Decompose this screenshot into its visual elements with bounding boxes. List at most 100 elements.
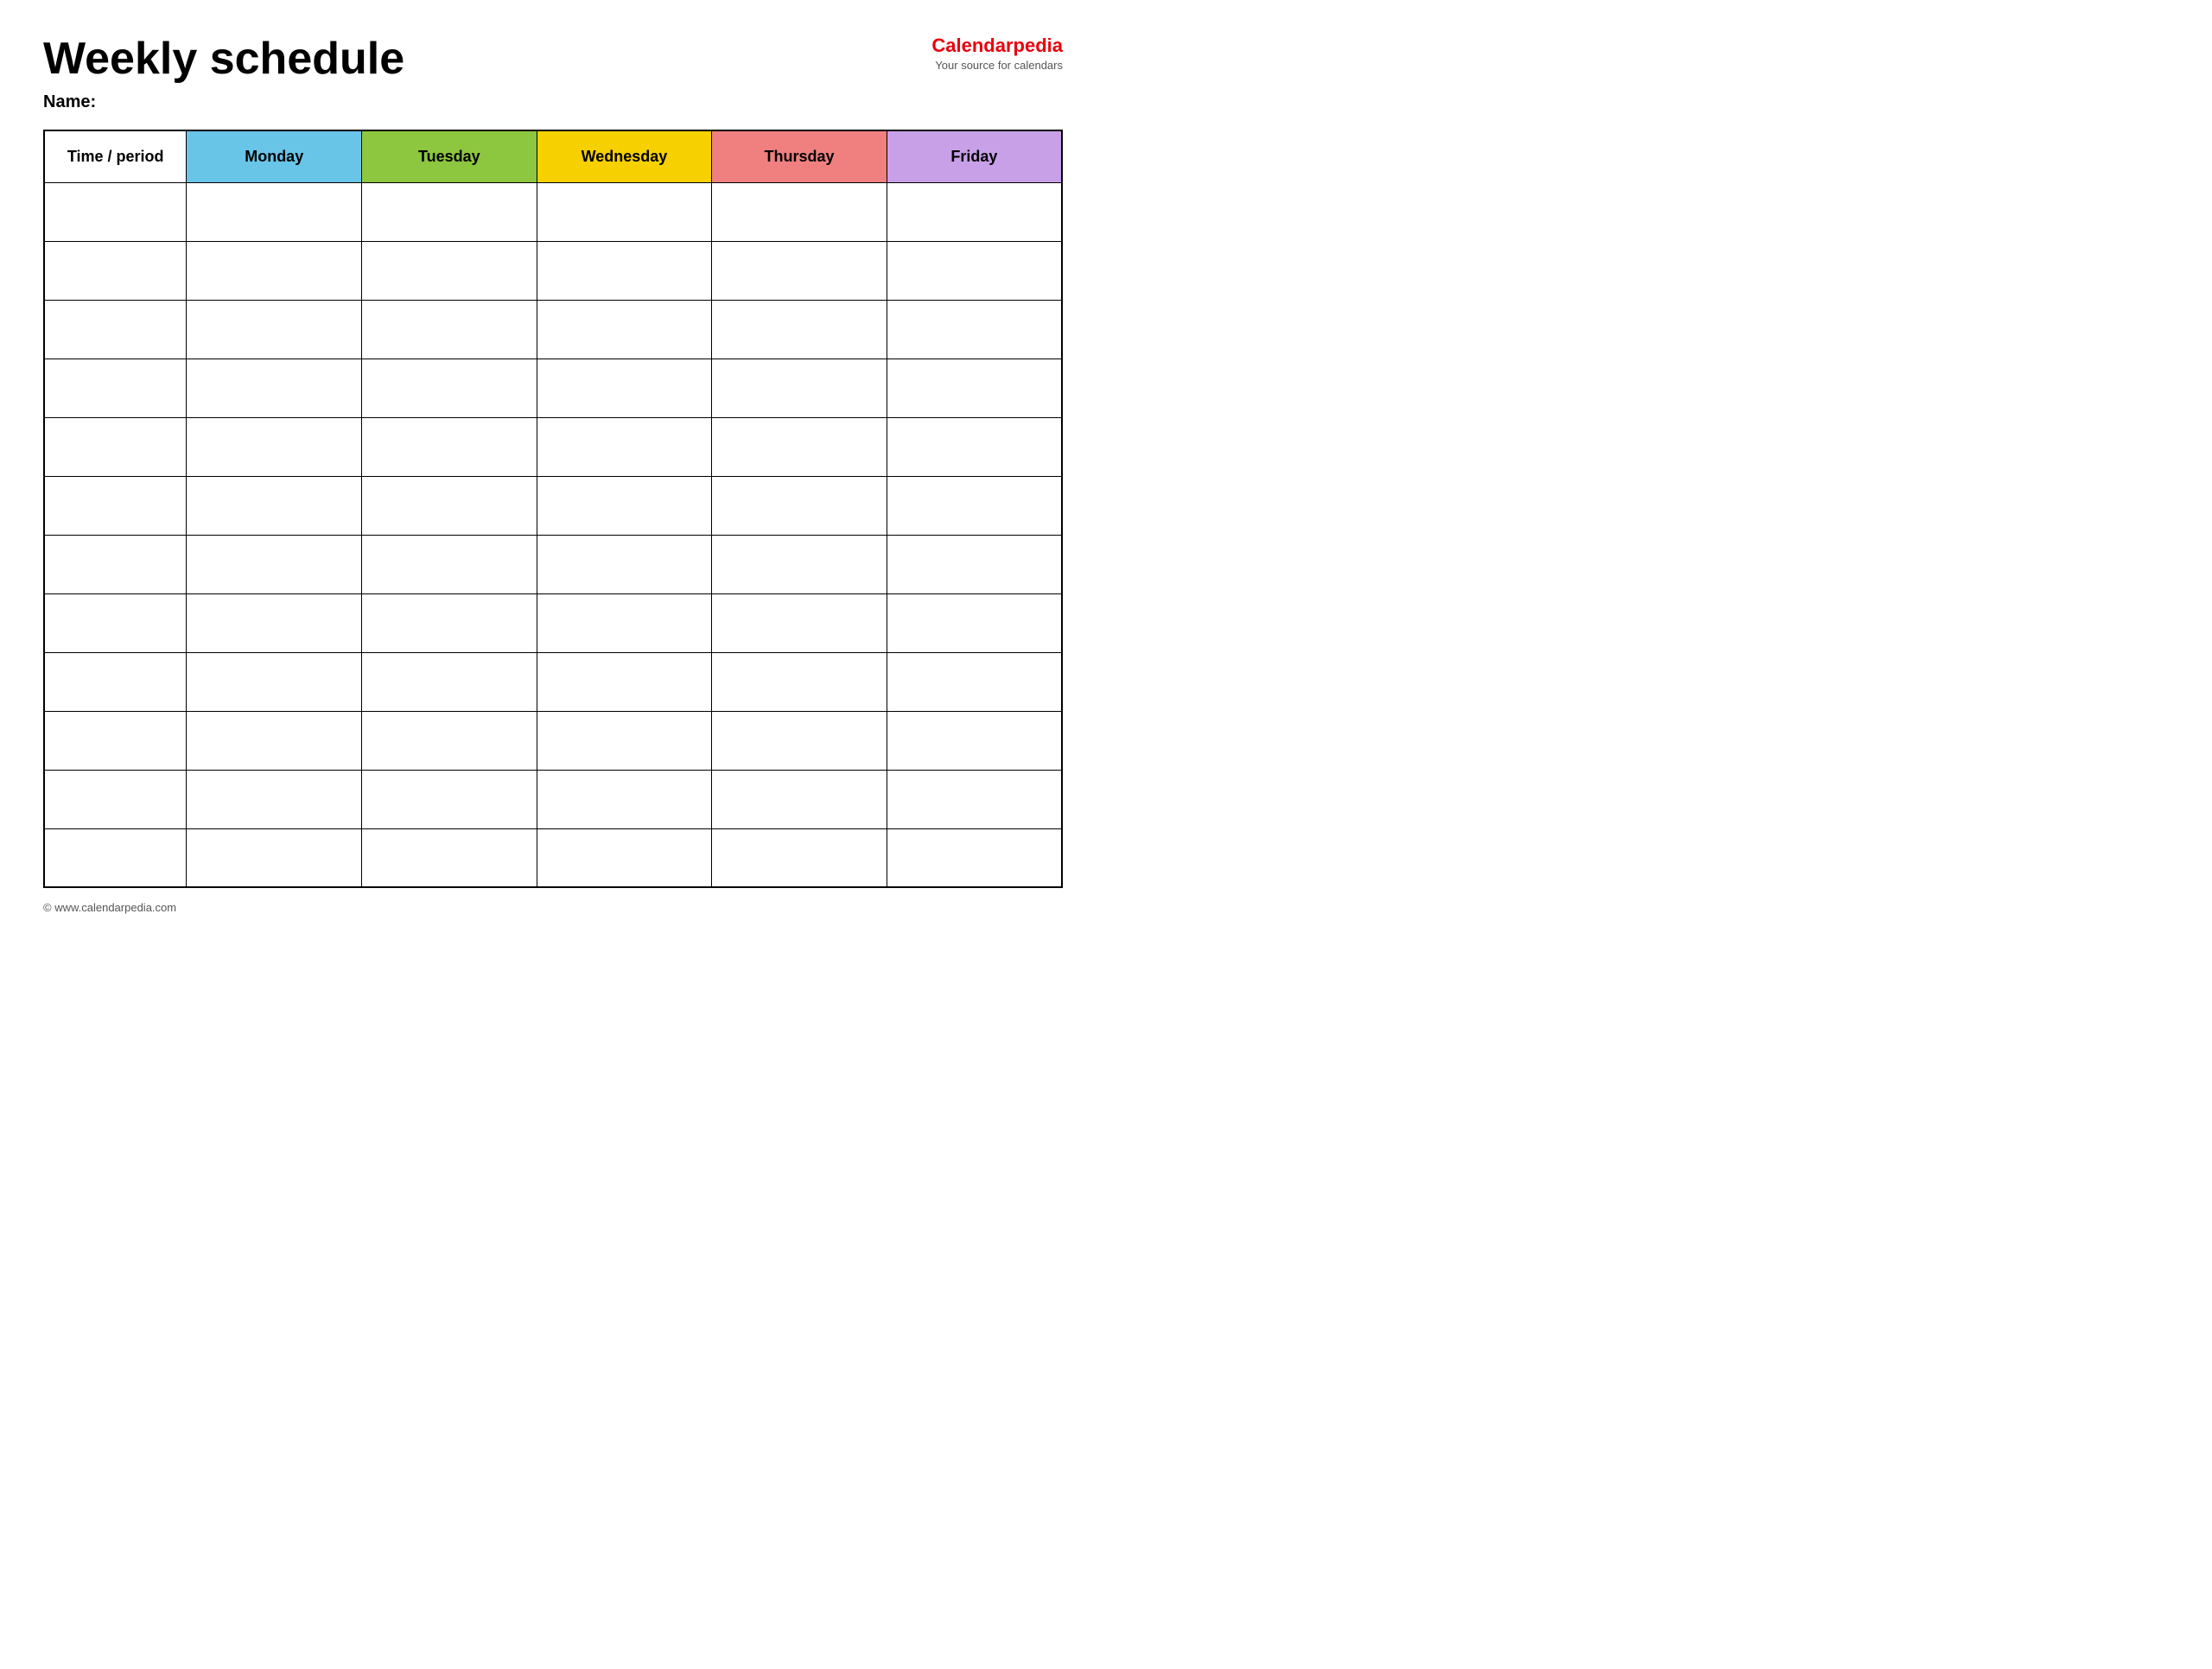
table-cell[interactable]: [887, 359, 1062, 417]
header: Weekly schedule Name: Calendarpedia Your…: [43, 35, 1063, 112]
table-row: [44, 359, 1062, 417]
table-cell[interactable]: [887, 182, 1062, 241]
table-cell[interactable]: [712, 828, 887, 887]
table-cell[interactable]: [187, 593, 362, 652]
table-cell[interactable]: [712, 359, 887, 417]
table-cell[interactable]: [362, 770, 537, 828]
table-cell[interactable]: [537, 241, 712, 300]
table-cell[interactable]: [712, 711, 887, 770]
table-cell[interactable]: [187, 652, 362, 711]
table-cell[interactable]: [362, 476, 537, 535]
table-cell[interactable]: [362, 417, 537, 476]
table-cell[interactable]: [187, 535, 362, 593]
table-cell[interactable]: [187, 417, 362, 476]
title-block: Weekly schedule Name:: [43, 35, 404, 112]
table-cell[interactable]: [44, 182, 187, 241]
table-cell[interactable]: [44, 359, 187, 417]
table-cell[interactable]: [887, 300, 1062, 359]
table-header: Time / period Monday Tuesday Wednesday T…: [44, 130, 1062, 182]
table-cell[interactable]: [362, 300, 537, 359]
table-cell[interactable]: [44, 593, 187, 652]
table-cell[interactable]: [44, 711, 187, 770]
table-cell[interactable]: [537, 828, 712, 887]
table-row: [44, 241, 1062, 300]
table-cell[interactable]: [537, 652, 712, 711]
table-row: [44, 770, 1062, 828]
footer-url: © www.calendarpedia.com: [43, 901, 176, 914]
table-cell[interactable]: [537, 182, 712, 241]
table-cell[interactable]: [887, 241, 1062, 300]
table-cell[interactable]: [887, 828, 1062, 887]
col-header-time: Time / period: [44, 130, 187, 182]
table-cell[interactable]: [187, 770, 362, 828]
table-row: [44, 300, 1062, 359]
table-cell[interactable]: [537, 593, 712, 652]
table-cell[interactable]: [712, 535, 887, 593]
table-cell[interactable]: [712, 652, 887, 711]
table-cell[interactable]: [712, 593, 887, 652]
table-cell[interactable]: [712, 182, 887, 241]
table-cell[interactable]: [44, 476, 187, 535]
header-row: Time / period Monday Tuesday Wednesday T…: [44, 130, 1062, 182]
table-cell[interactable]: [887, 770, 1062, 828]
table-row: [44, 535, 1062, 593]
logo-block: Calendarpedia Your source for calendars: [931, 35, 1063, 72]
table-cell[interactable]: [887, 417, 1062, 476]
table-row: [44, 417, 1062, 476]
table-cell[interactable]: [537, 770, 712, 828]
logo-brand-accent: pedia: [1014, 35, 1063, 56]
table-cell[interactable]: [187, 182, 362, 241]
table-cell[interactable]: [537, 300, 712, 359]
table-row: [44, 828, 1062, 887]
table-cell[interactable]: [712, 770, 887, 828]
table-cell[interactable]: [712, 241, 887, 300]
table-cell[interactable]: [537, 535, 712, 593]
table-row: [44, 476, 1062, 535]
table-cell[interactable]: [187, 359, 362, 417]
table-cell[interactable]: [712, 417, 887, 476]
page-title: Weekly schedule: [43, 35, 404, 84]
table-cell[interactable]: [362, 711, 537, 770]
table-cell[interactable]: [44, 828, 187, 887]
col-header-wednesday: Wednesday: [537, 130, 712, 182]
table-cell[interactable]: [887, 476, 1062, 535]
table-cell[interactable]: [362, 652, 537, 711]
table-cell[interactable]: [887, 711, 1062, 770]
table-cell[interactable]: [362, 182, 537, 241]
table-cell[interactable]: [362, 828, 537, 887]
table-cell[interactable]: [537, 359, 712, 417]
table-cell[interactable]: [44, 241, 187, 300]
table-cell[interactable]: [44, 535, 187, 593]
table-row: [44, 652, 1062, 711]
table-cell[interactable]: [887, 593, 1062, 652]
table-cell[interactable]: [187, 711, 362, 770]
table-cell[interactable]: [362, 535, 537, 593]
table-cell[interactable]: [362, 593, 537, 652]
table-cell[interactable]: [712, 300, 887, 359]
table-cell[interactable]: [362, 241, 537, 300]
table-cell[interactable]: [44, 300, 187, 359]
table-cell[interactable]: [44, 770, 187, 828]
table-cell[interactable]: [712, 476, 887, 535]
table-cell[interactable]: [887, 535, 1062, 593]
table-cell[interactable]: [887, 652, 1062, 711]
table-row: [44, 593, 1062, 652]
schedule-body: [44, 182, 1062, 887]
table-cell[interactable]: [362, 359, 537, 417]
table-cell[interactable]: [187, 300, 362, 359]
table-cell[interactable]: [537, 476, 712, 535]
table-cell[interactable]: [187, 476, 362, 535]
col-header-monday: Monday: [187, 130, 362, 182]
table-cell[interactable]: [44, 417, 187, 476]
table-cell[interactable]: [537, 417, 712, 476]
name-label: Name:: [43, 92, 404, 112]
logo-subtitle: Your source for calendars: [935, 59, 1063, 72]
col-header-tuesday: Tuesday: [362, 130, 537, 182]
schedule-table: Time / period Monday Tuesday Wednesday T…: [43, 130, 1063, 888]
table-cell[interactable]: [187, 241, 362, 300]
table-cell[interactable]: [44, 652, 187, 711]
table-cell[interactable]: [187, 828, 362, 887]
logo-text: Calendarpedia: [931, 35, 1063, 57]
table-row: [44, 182, 1062, 241]
table-cell[interactable]: [537, 711, 712, 770]
